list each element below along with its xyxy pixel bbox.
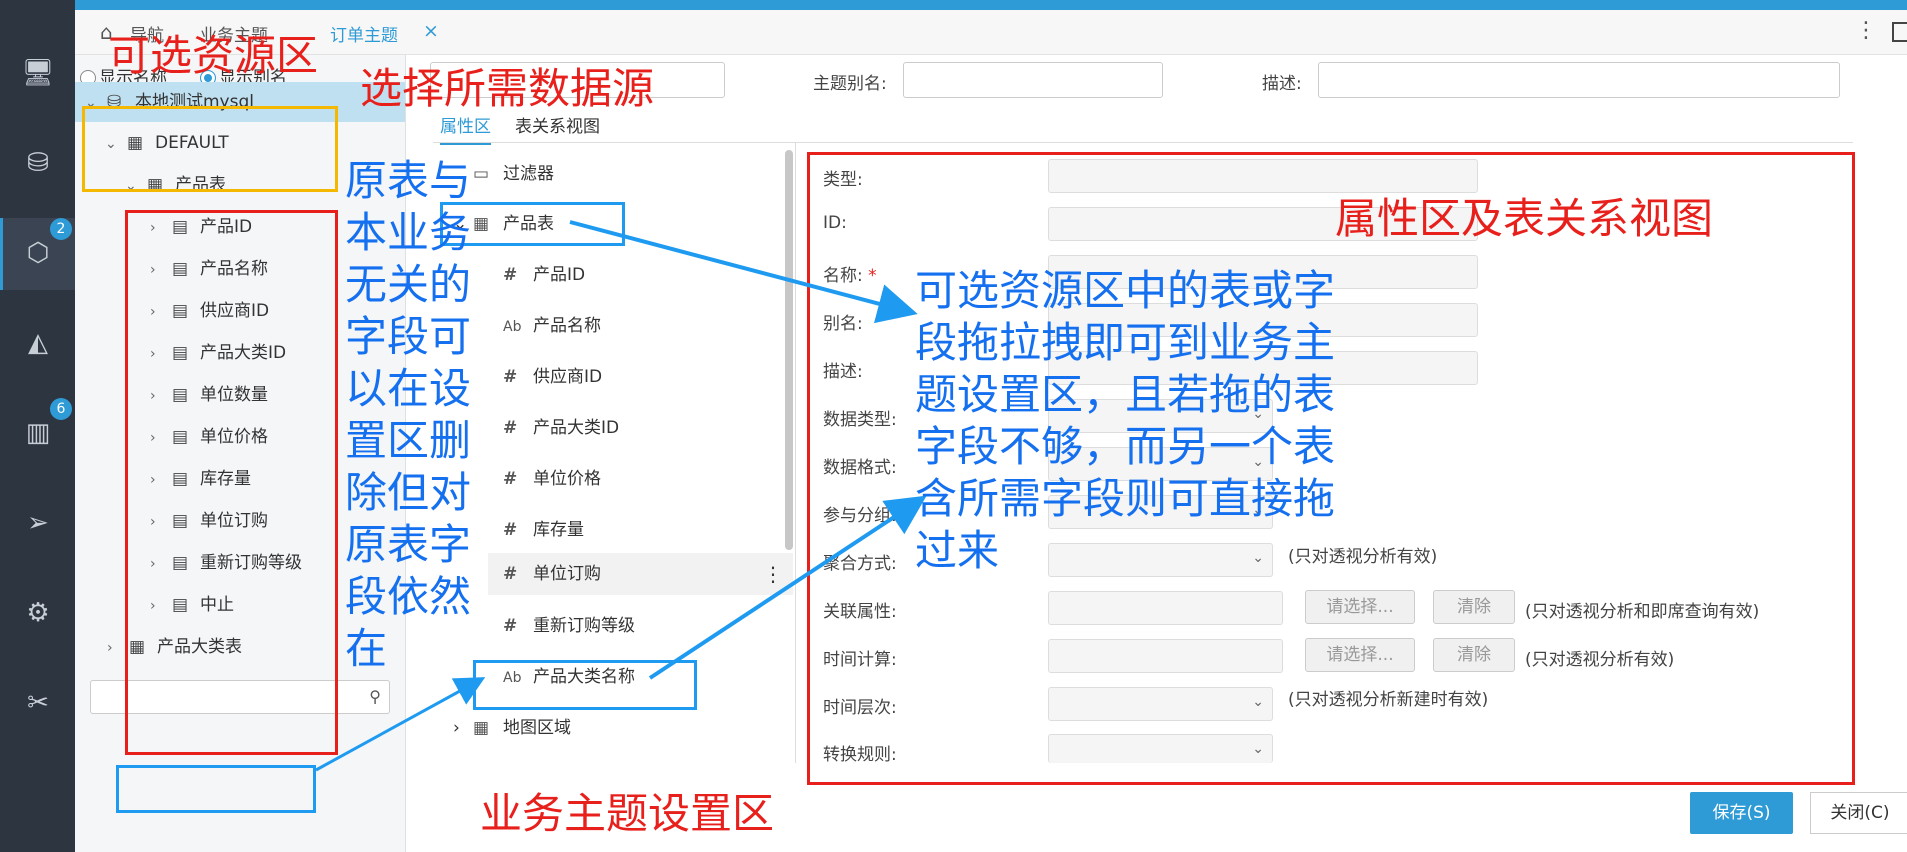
annotation-left-note: 原表与本业务无关的字段可以在设置区删除但对原表字段依然在	[345, 156, 472, 673]
drag-arrow-field	[648, 495, 927, 680]
drag-arrow-table	[569, 220, 918, 324]
annotation-resource-area: 可选资源区	[108, 31, 319, 80]
annotation-setting-area: 业务主题设置区	[480, 789, 775, 838]
drag-arrow-table2	[315, 677, 486, 772]
annotation-drag-note: 可选资源区中的表或字段拖拉拽即可到业务主题设置区，且若拖的表字段不够，而另一个表…	[915, 266, 1336, 575]
annotation-select-source: 选择所需数据源	[360, 64, 655, 113]
annotation-property-area: 属性区及表关系视图	[1335, 194, 1714, 243]
